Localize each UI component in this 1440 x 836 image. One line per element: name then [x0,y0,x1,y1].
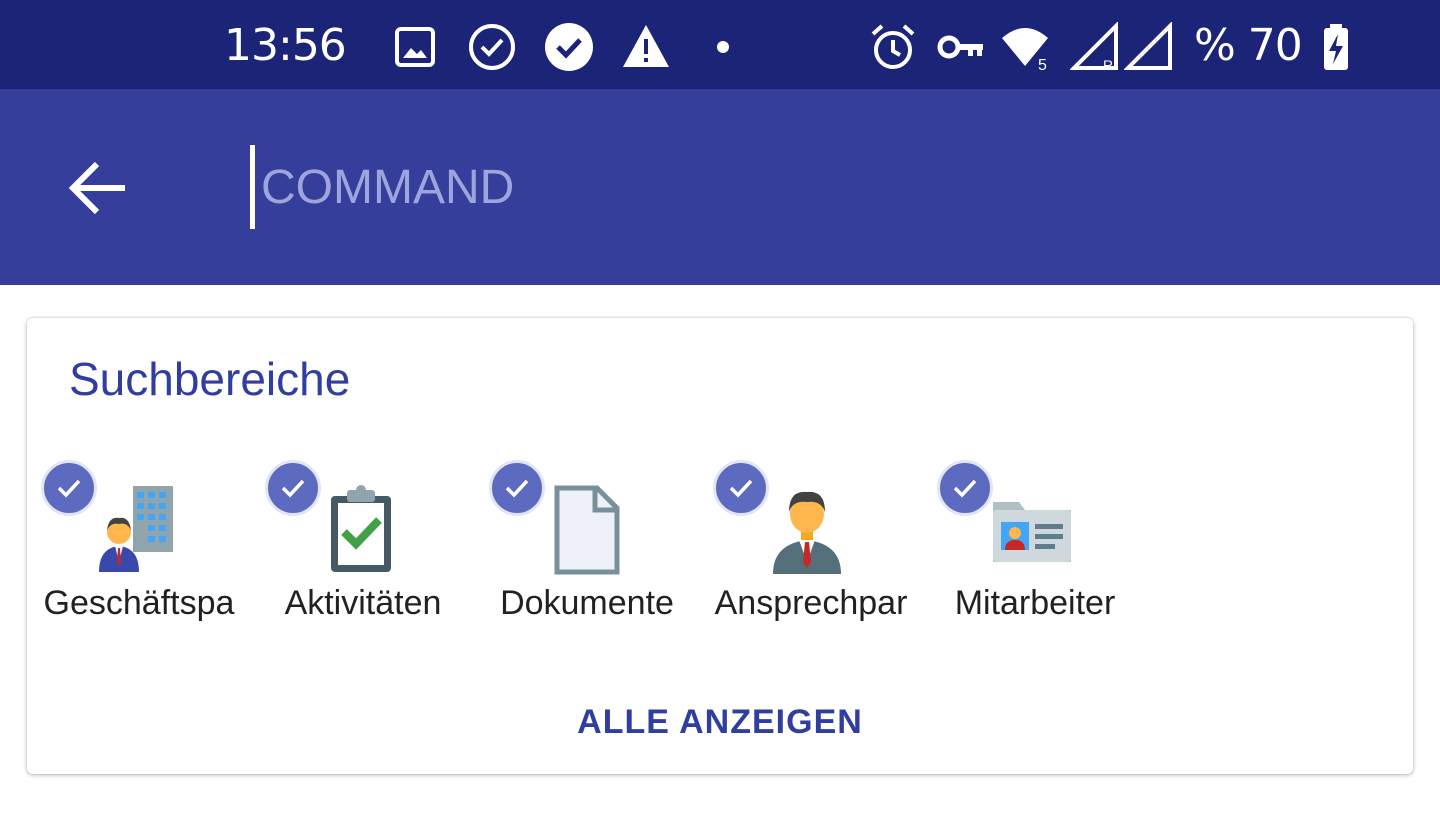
search-area-label: Mitarbeiter [954,584,1116,622]
wifi-5-icon: 5 [1002,28,1048,72]
clipboard-check-icon [331,485,391,572]
status-bar: 13:56 5 R % 70 [0,0,1440,89]
back-button[interactable] [58,153,138,223]
battery-percent: % 70 [1194,20,1303,71]
search-area-activities[interactable]: Aktivitäten [251,458,475,628]
check-circle-filled-icon [545,23,593,71]
search-area-documents[interactable]: Dokumente [475,458,699,628]
arrow-back-icon [68,161,125,215]
vpn-key-icon [937,35,983,59]
alarm-icon [871,24,915,69]
signal-icon [1124,22,1172,70]
check-icon [281,479,305,498]
document-icon [554,485,620,575]
employee-card-icon [993,502,1071,570]
check-icon [505,479,529,498]
search-area-business-partners[interactable]: Geschäftspa [27,458,251,628]
search-area-label: Aktivitäten [284,584,442,622]
warning-icon [623,25,669,67]
app-bar [0,89,1440,285]
contact-person-icon [773,491,841,574]
battery-charging-icon [1324,24,1348,70]
check-icon [57,479,81,498]
search-area-label: Dokumente [500,584,674,622]
search-area-label: Geschäftspa [43,584,235,622]
image-icon [395,27,435,67]
signal-roaming-icon: R [1070,22,1118,72]
search-area-employees[interactable]: Mitarbeiter [923,458,1147,628]
search-area-label: Ansprechpar [714,584,908,622]
business-partner-icon [99,486,173,572]
search-areas-card: Suchbereiche Geschäftspa Aktivitäten Dok… [27,318,1413,774]
dot-icon [717,41,729,53]
command-search-input[interactable] [250,145,1350,229]
show-all-button[interactable]: ALLE ANZEIGEN [520,694,920,750]
check-icon [729,479,753,498]
svg-text:5: 5 [1038,57,1047,72]
status-time: 13:56 [224,20,347,71]
check-icon [953,479,977,498]
card-title: Suchbereiche [69,353,351,405]
check-circle-outline-icon [469,24,515,70]
svg-text:R: R [1103,57,1113,72]
search-area-contacts[interactable]: Ansprechpar [699,458,923,628]
